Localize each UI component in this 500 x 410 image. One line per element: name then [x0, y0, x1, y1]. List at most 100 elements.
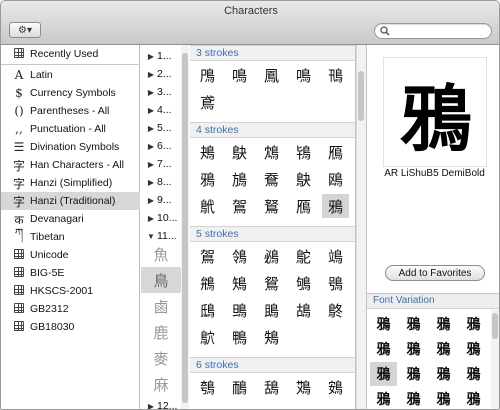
character-cell[interactable]: 鴩 [258, 325, 285, 349]
font-variation-cell[interactable]: 鴉 [430, 362, 457, 386]
sidebar-item-parentheses-all[interactable]: () Parentheses - All [1, 102, 140, 120]
disclosure-triangle-icon[interactable]: ▶ [145, 106, 157, 115]
character-cell[interactable]: 鳳 [258, 63, 285, 87]
font-variation-cell[interactable]: 鴉 [460, 387, 487, 409]
character-cell[interactable]: 鳵 [322, 63, 349, 87]
character-cell[interactable]: 鴈 [322, 140, 349, 164]
sidebar-item-big-5e[interactable]: BIG-5E [1, 264, 140, 282]
character-cell[interactable]: 鴎 [322, 167, 349, 191]
radical-group-row[interactable]: ▶ 6... [141, 137, 181, 155]
font-variation-cell[interactable]: 鴉 [370, 337, 397, 361]
character-cell[interactable]: 鴟 [194, 298, 221, 322]
character-cell[interactable]: 鴂 [194, 140, 221, 164]
radical-group-row[interactable]: ▶ 7... [141, 155, 181, 173]
character-cell[interactable]: 鴣 [290, 298, 317, 322]
character-cell[interactable]: 鴉 [194, 167, 221, 191]
font-variation-cell[interactable]: 鴉 [370, 362, 397, 386]
radical-char[interactable]: 鹵 [141, 293, 181, 319]
radical-group-row[interactable]: ▶ 9... [141, 191, 181, 209]
sidebar-item-latin[interactable]: A Latin [1, 66, 140, 84]
disclosure-triangle-icon[interactable]: ▶ [145, 142, 157, 151]
sidebar-item-recently-used[interactable]: Recently Used [1, 45, 140, 63]
radical-group-row[interactable]: ▶ 4... [141, 101, 181, 119]
gear-menu-button[interactable]: ⚙▾ [9, 22, 41, 38]
character-cell[interactable]: 鴃 [290, 167, 317, 191]
radical-scrollbar-thumb[interactable] [182, 53, 188, 403]
font-variation-header[interactable]: Font Variation [367, 294, 499, 309]
character-cell[interactable]: 鴓 [258, 244, 285, 268]
character-cell[interactable]: 鴗 [322, 244, 349, 268]
disclosure-triangle-icon[interactable]: ▶ [145, 178, 157, 187]
font-variation-cell[interactable]: 鴉 [460, 337, 487, 361]
character-cell[interactable]: 鳴 [290, 63, 317, 87]
font-variation-cell[interactable]: 鴉 [370, 387, 397, 409]
font-variation-scrollbar-thumb[interactable] [492, 313, 498, 339]
character-cell[interactable]: 鴒 [226, 244, 253, 268]
disclosure-triangle-icon[interactable]: ▶ [145, 124, 157, 133]
sidebar-item-gb2312[interactable]: GB2312 [1, 300, 140, 318]
character-cell[interactable]: 鴠 [226, 298, 253, 322]
disclosure-triangle-icon[interactable]: ▶ [145, 70, 157, 79]
radical-char[interactable]: 鳥 [141, 267, 181, 293]
disclosure-triangle-icon[interactable]: ▶ [145, 52, 157, 61]
font-variation-cell[interactable]: 鴉 [460, 362, 487, 386]
search-input[interactable] [393, 25, 487, 37]
disclosure-triangle-icon[interactable]: ▶ [145, 402, 157, 410]
character-cell[interactable]: 鴰 [258, 375, 285, 399]
character-cell[interactable]: 鴐 [226, 194, 253, 218]
sidebar-item-gb18030[interactable]: GB18030 [1, 318, 140, 336]
search-field[interactable] [374, 23, 492, 39]
disclosure-triangle-icon[interactable]: ▶ [145, 214, 157, 223]
disclosure-triangle-icon[interactable]: ▶ [145, 88, 157, 97]
sidebar-item-divination-symbols[interactable]: ☰ Divination Symbols [1, 138, 140, 156]
character-cell[interactable]: 鴥 [194, 325, 221, 349]
character-cell[interactable]: 鴱 [290, 375, 317, 399]
radical-group-row[interactable]: ▶ 8... [141, 173, 181, 191]
sidebar-item-currency-symbols[interactable]: $ Currency Symbols [1, 84, 140, 102]
font-variation-cell[interactable]: 鴉 [400, 312, 427, 336]
radical-group-row[interactable]: ▶ 5... [141, 119, 181, 137]
character-cell[interactable]: 鴝 [290, 271, 317, 295]
radical-char[interactable]: 鹿 [141, 319, 181, 345]
sidebar-item-punctuation-all[interactable]: ,, Punctuation - All [1, 120, 140, 138]
character-cell[interactable]: 鴳 [322, 375, 349, 399]
sidebar-item-unicode[interactable]: Unicode [1, 246, 140, 264]
character-cell[interactable]: 鴐 [194, 244, 221, 268]
radical-group-row[interactable]: ▶ 12... [141, 397, 181, 410]
character-cell[interactable]: 鴃 [226, 140, 253, 164]
radical-group-row[interactable]: ▶ 1... [141, 47, 181, 65]
sidebar-item-han-characters-all[interactable]: 字 Han Characters - All [1, 156, 140, 174]
character-cell[interactable]: 鴏 [194, 194, 221, 218]
character-cell[interactable]: 鴕 [290, 244, 317, 268]
font-variation-cell[interactable]: 鴉 [400, 337, 427, 361]
character-cell[interactable]: 鴡 [258, 298, 285, 322]
font-variation-cell[interactable]: 鴉 [400, 362, 427, 386]
disclosure-open-icon[interactable]: ▼ [145, 232, 157, 241]
character-cell[interactable]: 鴋 [226, 167, 253, 191]
character-cell[interactable]: 鴤 [322, 298, 349, 322]
sidebar-item-tibetan[interactable]: ཀ Tibetan [1, 226, 140, 246]
radical-group-row[interactable]: ▶ 2... [141, 65, 181, 83]
character-cell[interactable]: 鴙 [226, 271, 253, 295]
disclosure-triangle-icon[interactable]: ▶ [145, 160, 157, 169]
sidebar-item-hanzi-simplified[interactable]: 字 Hanzi (Simplified) [1, 174, 140, 192]
font-variation-cell[interactable]: 鴉 [460, 312, 487, 336]
disclosure-triangle-icon[interactable]: ▶ [145, 196, 157, 205]
character-cell[interactable]: 鴆 [258, 140, 285, 164]
character-cell[interactable]: 鴛 [258, 271, 285, 295]
font-variation-cell[interactable]: 鴉 [370, 312, 397, 336]
character-cell[interactable]: 鴨 [226, 325, 253, 349]
character-cell[interactable]: 鴇 [290, 140, 317, 164]
character-cell[interactable]: 鴘 [194, 271, 221, 295]
font-variation-cell[interactable]: 鴉 [430, 387, 457, 409]
radical-group-row[interactable]: ▶ 10... [141, 209, 181, 227]
font-variation-cell[interactable]: 鴉 [430, 337, 457, 361]
character-cell[interactable]: 鴞 [322, 271, 349, 295]
character-scrollbar-thumb[interactable] [358, 71, 364, 121]
character-cell[interactable]: 鴮 [194, 375, 221, 399]
sidebar-item-hanzi-traditional[interactable]: 字 Hanzi (Traditional) [1, 192, 140, 210]
radical-char[interactable]: 麻 [141, 371, 181, 397]
character-cell[interactable]: 鳲 [194, 63, 221, 87]
font-variation-cell[interactable]: 鴉 [400, 387, 427, 409]
radical-char[interactable]: 魚 [141, 241, 181, 267]
